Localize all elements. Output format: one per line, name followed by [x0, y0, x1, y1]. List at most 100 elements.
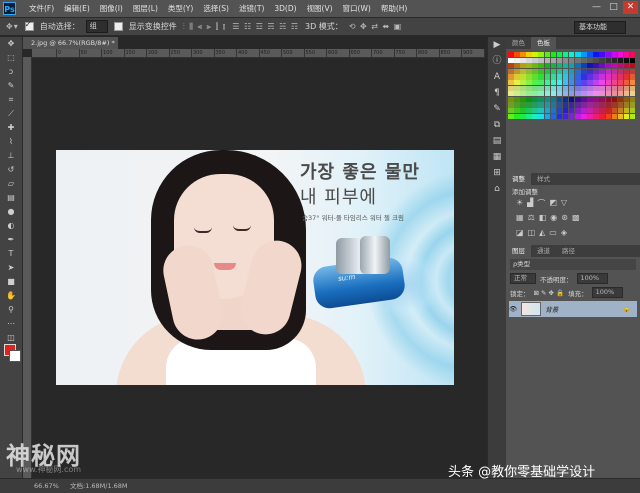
menu-view[interactable]: 视图(V) — [302, 0, 338, 17]
swatch[interactable] — [611, 57, 618, 63]
swatch[interactable] — [623, 96, 630, 102]
swatch[interactable] — [562, 52, 569, 58]
swatch[interactable] — [575, 96, 581, 102]
swatch[interactable] — [611, 96, 618, 102]
swatch[interactable] — [556, 91, 563, 97]
swatch[interactable] — [508, 52, 514, 58]
healing-icon[interactable]: ✚ — [0, 121, 22, 135]
workspace-dropdown[interactable]: 基本功能 — [574, 21, 626, 34]
swatch[interactable] — [599, 107, 605, 114]
swatch[interactable] — [629, 85, 636, 91]
swatch[interactable] — [581, 63, 587, 69]
swatch[interactable] — [587, 113, 593, 119]
swatch[interactable] — [605, 52, 611, 58]
swatch[interactable] — [629, 57, 636, 63]
fill-input[interactable]: 100% — [591, 287, 624, 298]
menu-image[interactable]: 图像(I) — [95, 0, 128, 17]
swatch[interactable] — [556, 96, 563, 102]
swatch[interactable] — [593, 85, 599, 91]
pen-icon[interactable]: ✒ — [0, 233, 22, 247]
path-select-icon[interactable]: ➤ — [0, 261, 22, 275]
swatch[interactable] — [520, 74, 526, 80]
swatch[interactable] — [575, 85, 581, 91]
swatch[interactable] — [611, 63, 618, 69]
swatch[interactable] — [568, 91, 575, 97]
swatch[interactable] — [520, 68, 526, 74]
tab-layers[interactable]: 图层 — [506, 245, 531, 257]
swatch[interactable] — [526, 52, 532, 58]
shape-icon[interactable]: ■ — [0, 275, 22, 289]
swatch[interactable] — [629, 52, 636, 58]
swatch[interactable] — [508, 113, 514, 119]
swatch[interactable] — [520, 52, 526, 58]
swatch[interactable] — [593, 79, 599, 86]
swatch[interactable] — [520, 63, 526, 69]
swatch[interactable] — [587, 74, 593, 80]
swatch[interactable] — [593, 91, 599, 97]
swatch[interactable] — [575, 79, 581, 86]
eraser-icon[interactable]: ▱ — [0, 177, 22, 191]
swatch[interactable] — [611, 91, 618, 97]
swatch[interactable] — [599, 63, 605, 69]
swatch[interactable] — [526, 74, 532, 80]
swatch[interactable] — [508, 74, 514, 80]
swatch[interactable] — [587, 85, 593, 91]
swatch[interactable] — [617, 85, 624, 91]
swatch[interactable] — [532, 79, 538, 86]
swatch[interactable] — [532, 107, 538, 114]
menu-help[interactable]: 帮助(H) — [376, 0, 413, 17]
swatches-grid[interactable] — [508, 52, 638, 124]
swatch[interactable] — [599, 52, 605, 58]
swatch[interactable] — [587, 52, 593, 58]
swatch[interactable] — [629, 113, 636, 119]
swatch[interactable] — [617, 79, 624, 86]
brush-icon[interactable]: ⌇ — [0, 135, 22, 149]
type-icon[interactable]: T — [0, 247, 22, 261]
swatch[interactable] — [617, 96, 624, 102]
swatch[interactable] — [611, 113, 618, 119]
swatch[interactable] — [526, 63, 532, 69]
distribute-icons[interactable]: ☰ ☷ ☲ ☴ ☵ ☶ — [232, 22, 299, 31]
swatch[interactable] — [581, 91, 587, 97]
exposure-icon[interactable]: ◩ — [549, 198, 557, 209]
brightness-icon[interactable]: ☀ — [516, 198, 523, 209]
swatch[interactable] — [508, 91, 514, 97]
swatch[interactable] — [550, 57, 557, 63]
swatch[interactable] — [532, 113, 538, 119]
swatch[interactable] — [575, 91, 581, 97]
swatch[interactable] — [526, 113, 532, 119]
tab-adjustments[interactable]: 调整 — [506, 173, 531, 185]
swatch[interactable] — [538, 74, 544, 80]
swatch[interactable] — [593, 96, 599, 102]
swatch[interactable] — [575, 68, 581, 74]
swatch[interactable] — [538, 57, 544, 63]
swatch[interactable] — [520, 102, 526, 108]
swatch[interactable] — [544, 57, 551, 63]
vertical-ruler[interactable] — [23, 57, 32, 478]
menu-file[interactable]: 文件(F) — [24, 0, 59, 17]
color-lookup-icon[interactable]: ▩ — [572, 213, 580, 222]
swatch[interactable] — [562, 96, 569, 102]
swatch[interactable] — [575, 113, 581, 119]
swatch[interactable] — [514, 68, 520, 74]
swatch[interactable] — [556, 102, 563, 108]
zoom-icon[interactable]: ⚲ — [0, 303, 22, 317]
swatch[interactable] — [544, 102, 551, 108]
swatch[interactable] — [611, 107, 618, 114]
zoom-level[interactable]: 66.67% — [34, 479, 59, 493]
swatch[interactable] — [617, 68, 624, 74]
swatch[interactable] — [550, 107, 557, 114]
swatch[interactable] — [556, 52, 563, 58]
maximize-button[interactable]: □ — [606, 1, 621, 14]
swatch[interactable] — [617, 74, 624, 80]
swatch[interactable] — [593, 52, 599, 58]
swatch[interactable] — [599, 91, 605, 97]
swatch[interactable] — [611, 85, 618, 91]
swatch[interactable] — [623, 74, 630, 80]
swatch[interactable] — [617, 63, 624, 69]
swatch[interactable] — [568, 79, 575, 86]
paragraph-icon[interactable]: ¶ — [488, 85, 506, 101]
swatch[interactable] — [532, 63, 538, 69]
swatch[interactable] — [514, 85, 520, 91]
dodge-icon[interactable]: ◐ — [0, 219, 22, 233]
